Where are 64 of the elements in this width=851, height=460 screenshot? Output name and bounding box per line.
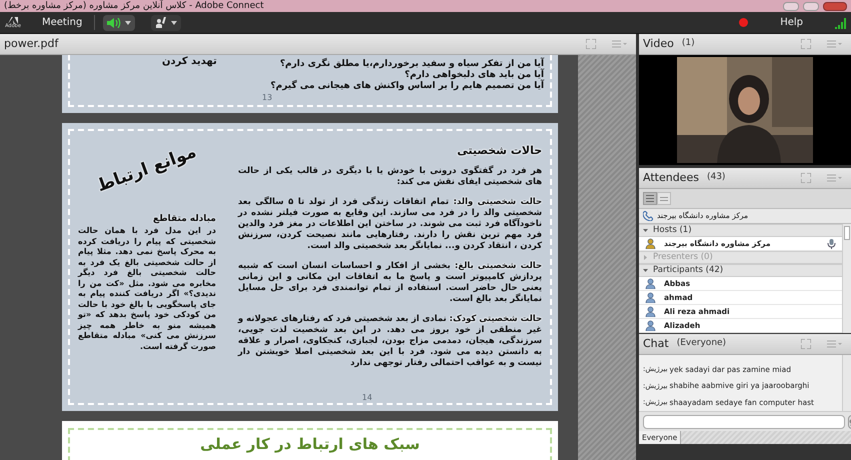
slide-heading: سبک های ارتباط در کار عملی <box>200 434 420 455</box>
pod-title: power.pdf <box>4 36 58 52</box>
pod-menu-icon[interactable] <box>827 340 843 348</box>
fullscreen-icon[interactable] <box>586 39 596 49</box>
slide-page-number: 14 <box>362 393 372 402</box>
phone-icon <box>643 211 653 221</box>
slide-paragraph: حالت شخصیتی کودک: نمادی از بعد شخصیتی فرد که رفتارهای عجولانه و غیر منطقی از خود بروز می دهد. در این بعد شخصیت لذت جویی، سرزندگی، هیجان، دمدمی مزاج بودن، لجبازی، کنجکاوی، اصرار و علاقه به دانستن دیده می شود. فرد با این بعد شخصیتی اصلا خویشتن دار نیست و به عواقب احتمالی رفتار توجهی ندارد <box>238 314 542 368</box>
host-icon <box>645 238 656 249</box>
pod-menu-icon[interactable] <box>827 40 843 48</box>
slide-page-number: 13 <box>262 93 272 102</box>
caret-icon <box>125 20 132 24</box>
logo-icon <box>8 16 18 24</box>
pod-menu-icon[interactable] <box>612 40 628 48</box>
group-label: Participants (42) <box>653 264 724 277</box>
slide-heading: حالات شخصیتی <box>457 143 542 159</box>
slide-subheading: مبادله متقاطع <box>153 212 216 226</box>
slide-text: آیا من باید های دلبخواهی دارم؟ <box>404 70 544 80</box>
record-indicator[interactable] <box>739 18 748 27</box>
slide-paragraph: حالت شخصیتی والد: تمام اتفاقات زندگی فرد از تولد تا ۵ سالگی بعد شخصیتی والد را در فرد می سازند. این وقایع به صورت فیلتر نشده در ناخودآگاه فرد ثبت می شوند. در ساختن این اطلاعات در مغز فرد والدین فرد مهم ترین نقش را دارند. رفتارهایی مانند نصیحت کردن، سرزنش کردن ، انتقاد کردن و... نمایانگر بعد شخصیتی والد است. <box>238 196 542 252</box>
maximize-button[interactable] <box>803 2 819 10</box>
fullscreen-icon[interactable] <box>801 339 811 349</box>
user-icon <box>645 306 656 317</box>
slide-text: آیا من تصمیم هایم را بر اساس واکنش های هیجانی می گیرم؟ <box>270 81 544 92</box>
pod-count: (1) <box>682 37 695 50</box>
fullscreen-icon[interactable] <box>801 39 811 49</box>
raised-hand-icon <box>155 17 168 28</box>
slide-text: آیا من از تفکر سیاه و سفید برخوردارم،یا مطلق نگری دارم؟ <box>280 59 544 69</box>
user-icon <box>645 292 656 303</box>
caret-icon <box>171 20 178 24</box>
collapse-arrow-icon <box>643 268 648 273</box>
scrollbar[interactable] <box>842 224 851 333</box>
signal-icon <box>835 16 847 28</box>
expand-arrow-icon <box>643 255 648 260</box>
close-button[interactable] <box>823 2 847 10</box>
group-header[interactable]: Hosts (1) <box>639 224 842 237</box>
microphone-icon <box>827 238 836 248</box>
minimize-button[interactable] <box>783 2 799 10</box>
speaker-icon <box>107 18 122 28</box>
slide-heading: موانع ارتباط <box>94 140 200 198</box>
user-icon <box>645 278 656 289</box>
group-label: Presenters (0) <box>653 251 713 264</box>
pod-title: Chat <box>643 336 669 352</box>
slide-paragraph: حالت شخصیتی بالغ: بخشی از افکار و احساسات انسان است که شبیه پردازش کامپیوتر است و پاسخ ما به اتفاقات این مکانی و این زمانی یعنی حال حاضر است. استفاده از تمام توانمندی فرد برای حل مسایل نمایانگر بعد بالغ است. <box>238 260 542 304</box>
status-button[interactable] <box>151 14 182 30</box>
meeting-menu[interactable]: Meeting <box>30 15 96 30</box>
group-label: Hosts (1) <box>653 224 692 237</box>
pod-menu-icon[interactable] <box>827 174 843 182</box>
collapse-arrow-icon <box>643 228 648 233</box>
slide-paragraph: هر فرد در گفتگوی درونی با خودش یا با دیگری در قالب یکی از حالت های شخصیتی ایفای نقش می کند: <box>238 166 542 188</box>
pod-count: (43) <box>706 171 726 184</box>
user-icon <box>645 320 656 331</box>
detail-view-button[interactable] <box>657 192 671 205</box>
chat-input-field[interactable] <box>643 414 845 428</box>
scrollbar[interactable] <box>842 355 851 411</box>
pod-title: Attendees <box>643 170 699 186</box>
slide-paragraph: در این مدل فرد با همان حالت شخصیتی که پیام را دریافت کرده به محرک پاسخ نمی دهد. مثلا پیام از حالت شخصیتی بالغ یک فرد به حالت شخصیتی بالغ فرد دیگر مخابره می شود. مثل «کت من را ندیدی؟» اگر دریافت کننده پیام به جای پاسخگویی با بالغ خود با حالت من کودکی خود پاسخ بدهد که «تو همیشه منو به خاطر همه چیز سرزنش می کنی» مبادله متقاطع صورت گرفته است. <box>78 226 216 352</box>
group-header[interactable]: Participants (42) <box>639 264 842 277</box>
fullscreen-icon[interactable] <box>801 173 811 183</box>
pod-count: (Everyone) <box>676 337 726 350</box>
audio-button[interactable] <box>103 14 136 30</box>
help-menu[interactable]: Help <box>780 15 803 30</box>
list-view-button[interactable] <box>643 192 657 205</box>
slide-label: تهدید کردن <box>162 56 217 68</box>
pod-title: Video <box>643 36 674 52</box>
